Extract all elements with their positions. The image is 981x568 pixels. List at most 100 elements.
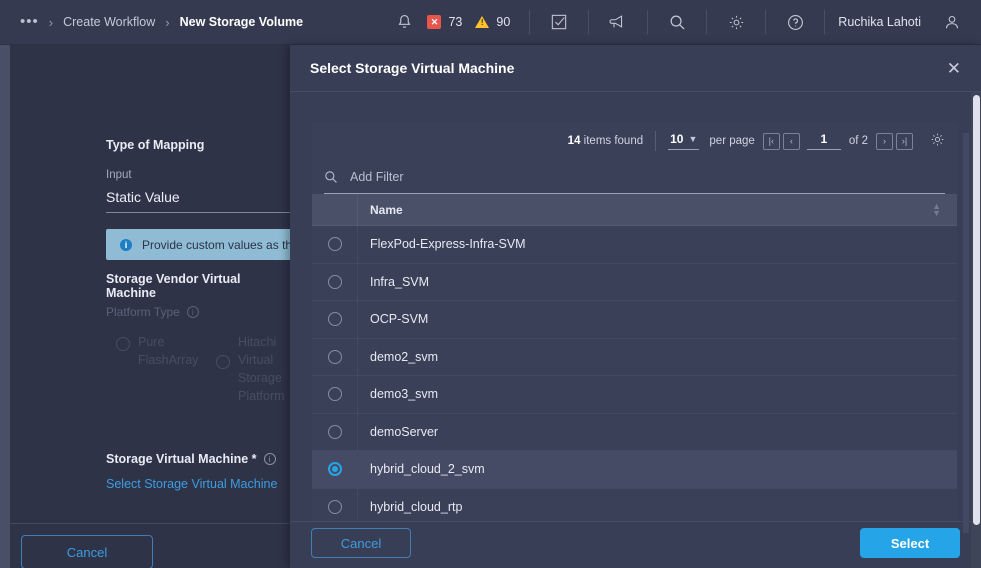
row-radio-button[interactable] xyxy=(328,237,342,251)
add-filter-input[interactable]: Add Filter xyxy=(350,170,404,184)
items-found-text: items found xyxy=(584,135,643,147)
form-section-storage-vendor-vm: Storage Vendor Virtual Machine xyxy=(106,272,290,300)
tasks-group xyxy=(530,0,588,44)
dialog-scrollbar-thumb[interactable] xyxy=(973,95,980,525)
table-row[interactable]: demo2_svm xyxy=(312,339,957,377)
row-radio-button[interactable] xyxy=(328,425,342,439)
table-row[interactable]: demo3_svm xyxy=(312,376,957,414)
per-page-select[interactable]: 10 ▼ xyxy=(668,132,699,150)
dialog-title: Select Storage Virtual Machine xyxy=(310,60,514,76)
error-count: 73 xyxy=(448,15,462,29)
platform-option-label: Pure FlashArray xyxy=(138,333,210,369)
breadcrumb-separator: › xyxy=(49,15,53,30)
search-icon[interactable] xyxy=(661,6,693,38)
info-banner: i Provide custom values as the i xyxy=(106,229,306,260)
dialog-scrollbar-track[interactable] xyxy=(971,92,981,568)
warning-count: 90 xyxy=(496,15,510,29)
dialog-header: Select Storage Virtual Machine ✕ xyxy=(290,45,981,92)
alerts-group: ✕ 73 90 xyxy=(375,0,529,44)
breadcrumb-separator: › xyxy=(165,15,169,30)
radio-hitachi-vsp[interactable] xyxy=(216,355,230,369)
dialog-body: 14 items found 10 ▼ per page |‹ ‹ 1 of 2… xyxy=(290,92,981,538)
table-row[interactable]: Infra_SVM xyxy=(312,264,957,302)
total-pages-label: of 2 xyxy=(849,135,868,147)
table-scrollbar[interactable] xyxy=(963,133,969,533)
row-radio-cell[interactable] xyxy=(312,339,358,376)
checkbox-task-icon[interactable] xyxy=(543,6,575,38)
first-page-button[interactable]: |‹ xyxy=(763,133,780,150)
select-storage-virtual-machine-link[interactable]: Select Storage Virtual Machine xyxy=(106,477,277,491)
row-radio-cell[interactable] xyxy=(312,489,358,526)
row-radio-cell[interactable] xyxy=(312,451,358,488)
table-row[interactable]: OCP-SVM xyxy=(312,301,957,339)
settings-group xyxy=(707,0,765,44)
column-label-name: Name xyxy=(370,203,403,217)
info-tooltip-icon[interactable]: i xyxy=(264,453,276,465)
last-page-button[interactable]: ›| xyxy=(896,133,913,150)
next-page-button[interactable]: › xyxy=(876,133,893,150)
row-radio-button[interactable] xyxy=(328,350,342,364)
input-field-value[interactable]: Static Value xyxy=(106,189,180,205)
table-row[interactable]: FlexPod-Express-Infra-SVM xyxy=(312,226,957,264)
prev-page-button[interactable]: ‹ xyxy=(783,133,800,150)
table-header-name[interactable]: Name ▲▼ xyxy=(358,203,957,217)
info-tooltip-icon[interactable]: i xyxy=(187,306,199,318)
dialog-cancel-button[interactable]: Cancel xyxy=(311,528,411,558)
row-radio-button[interactable] xyxy=(328,312,342,326)
row-name-cell: OCP-SVM xyxy=(358,312,957,326)
row-radio-cell[interactable] xyxy=(312,226,358,263)
table-settings-gear-icon[interactable] xyxy=(930,132,945,150)
user-name-label: Ruchika Lahoti xyxy=(838,15,921,29)
user-group[interactable]: Ruchika Lahoti xyxy=(825,0,981,44)
breadcrumb-current-page: New Storage Volume xyxy=(180,15,303,29)
divider xyxy=(655,131,656,151)
page-cancel-button[interactable]: Cancel xyxy=(21,535,153,568)
warning-triangle-icon[interactable] xyxy=(475,16,489,28)
page-footer: Cancel xyxy=(10,523,290,568)
close-icon[interactable]: ✕ xyxy=(947,60,961,77)
svm-results-table: Name ▲▼ FlexPod-Express-Infra-SVM Infra_S… xyxy=(312,194,957,526)
row-radio-cell[interactable] xyxy=(312,376,358,413)
row-radio-cell[interactable] xyxy=(312,264,358,301)
per-page-value: 10 xyxy=(670,132,683,146)
table-body: FlexPod-Express-Infra-SVM Infra_SVM OCP-SV… xyxy=(312,226,957,526)
row-name-cell: hybrid_cloud_rtp xyxy=(358,500,957,514)
per-page-label: per page xyxy=(709,135,754,147)
row-name-cell: Infra_SVM xyxy=(358,275,957,289)
input-field-label: Input xyxy=(106,169,132,181)
breadcrumb-overflow-dots[interactable]: ••• xyxy=(20,17,39,27)
input-underline xyxy=(106,212,306,213)
dialog-select-button[interactable]: Select xyxy=(860,528,960,558)
select-storage-virtual-machine-dialog: Select Storage Virtual Machine ✕ 14 item… xyxy=(290,45,981,568)
info-banner-text: Provide custom values as the i xyxy=(142,238,305,252)
search-group xyxy=(648,0,706,44)
page-number-input[interactable]: 1 xyxy=(807,132,841,150)
storage-virtual-machine-label: Storage Virtual Machine * i xyxy=(106,452,276,466)
row-radio-button[interactable] xyxy=(328,462,342,476)
results-panel: 14 items found 10 ▼ per page |‹ ‹ 1 of 2… xyxy=(312,122,957,538)
filter-row[interactable]: Add Filter xyxy=(324,160,945,194)
form-section-type-of-mapping: Type of Mapping xyxy=(106,138,204,152)
bell-icon[interactable] xyxy=(388,6,420,38)
table-row[interactable]: demoServer xyxy=(312,414,957,452)
row-radio-button[interactable] xyxy=(328,275,342,289)
row-radio-button[interactable] xyxy=(328,387,342,401)
storage-vm-text: Storage Virtual Machine * xyxy=(106,452,257,466)
gear-icon[interactable] xyxy=(720,6,752,38)
megaphone-icon[interactable] xyxy=(602,6,634,38)
radio-pure-flasharray[interactable] xyxy=(116,337,130,351)
row-radio-cell[interactable] xyxy=(312,414,358,451)
row-radio-button[interactable] xyxy=(328,500,342,514)
left-page-scrollbar[interactable] xyxy=(0,45,10,568)
breadcrumb-link-create-workflow[interactable]: Create Workflow xyxy=(63,15,155,29)
search-icon xyxy=(324,170,338,184)
help-icon[interactable] xyxy=(779,6,811,38)
row-radio-cell[interactable] xyxy=(312,301,358,338)
items-found-count: 14 xyxy=(568,135,581,147)
info-icon: i xyxy=(120,239,132,251)
error-badge-icon[interactable]: ✕ xyxy=(427,15,441,29)
table-row[interactable]: hybrid_cloud_2_svm xyxy=(312,451,957,489)
sort-icon[interactable]: ▲▼ xyxy=(932,203,941,217)
announcements-group xyxy=(589,0,647,44)
user-avatar-icon[interactable] xyxy=(936,6,968,38)
